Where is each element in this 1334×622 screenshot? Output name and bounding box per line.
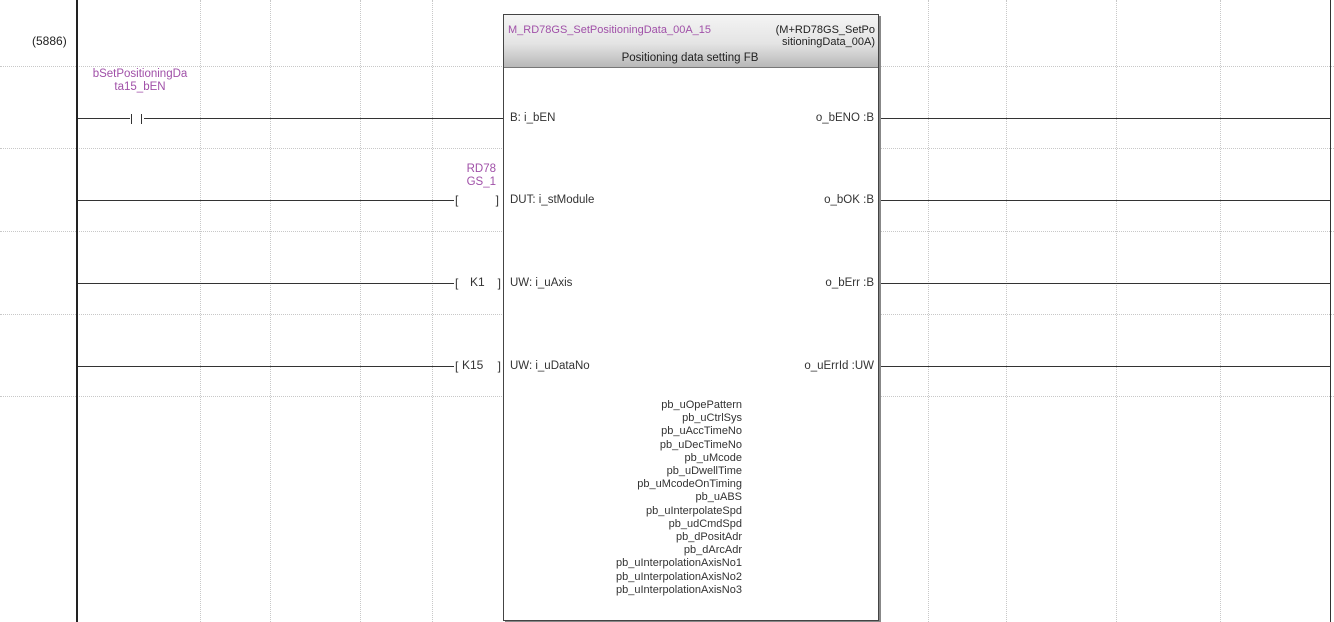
fb-output-err-id: o_uErrId :UW (804, 360, 874, 372)
public-var: pb_uMcode (684, 451, 743, 464)
fb-input-module: DUT: i_stModule (510, 194, 595, 206)
public-var: pb_uInterpolateSpd (645, 504, 742, 517)
step-number: (5886) (32, 34, 67, 48)
fb-output-ok: o_bOK :B (824, 194, 874, 206)
rung-wire-4 (78, 366, 454, 367)
fb-instance-name[interactable]: M_RD78GS_SetPositioningData_00A_15 (508, 24, 711, 36)
public-var: pb_udCmdSpd (668, 517, 742, 530)
public-var: pb_dPositAdr (675, 531, 742, 544)
rung-wire-1a (78, 118, 130, 119)
output-wire-4 (878, 366, 1330, 367)
fb-output-err: o_bErr :B (825, 277, 874, 289)
contact-label[interactable]: bSetPositioningDa ta15_bEN (80, 68, 200, 94)
fb-description: Positioning data setting FB (621, 52, 759, 64)
fb-type-name: (M+RD78GS_SetPo sitioningData_00A) (775, 24, 875, 48)
data-no-operand[interactable]: [ K15 ] (455, 358, 501, 373)
rung-wire-1b (144, 118, 503, 119)
right-edge-line (1330, 0, 1331, 622)
public-var: pb_uDwellTime (666, 465, 742, 478)
public-var: pb_uInterpolationAxisNo3 (616, 583, 742, 596)
public-var: pb_dArcAdr (683, 544, 742, 557)
output-wire-1 (878, 118, 1330, 119)
public-var: pb_uMcodeOnTiming (637, 478, 742, 491)
public-var: pb_uAccTimeNo (661, 425, 742, 438)
normally-open-contact[interactable] (130, 114, 144, 124)
public-var: pb_uOpePattern (661, 399, 742, 411)
fb-output-eno: o_bENO :B (815, 112, 874, 124)
fb-public-variables: pb_uOpePattern pb_uCtrlSys pb_uAccTimeNo… (504, 399, 742, 597)
public-var: pb_uDecTimeNo (659, 438, 742, 451)
fb-input-data-no: UW: i_uDataNo (510, 360, 590, 372)
function-block[interactable]: M_RD78GS_SetPositioningData_00A_15 (M+RD… (503, 14, 879, 621)
output-wire-3 (878, 283, 1330, 284)
public-var: pb_uInterpolationAxisNo2 (616, 570, 742, 583)
rung-wire-2 (78, 200, 454, 201)
axis-operand[interactable]: [ K1 ] (455, 275, 501, 290)
module-operand-label[interactable]: RD78 GS_1 (436, 163, 496, 189)
fb-header: M_RD78GS_SetPositioningData_00A_15 (M+RD… (504, 15, 878, 68)
left-power-rail (76, 0, 78, 622)
fb-input-en: B: i_bEN (510, 112, 556, 124)
fb-input-axis: UW: i_uAxis (510, 277, 573, 289)
module-operand-box[interactable]: [ ] (455, 193, 499, 207)
rung-wire-3 (78, 283, 454, 284)
output-wire-2 (878, 200, 1330, 201)
public-var: pb_uCtrlSys (682, 412, 742, 425)
public-var: pb_uABS (695, 491, 742, 504)
public-var: pb_uInterpolationAxisNo1 (616, 557, 742, 570)
